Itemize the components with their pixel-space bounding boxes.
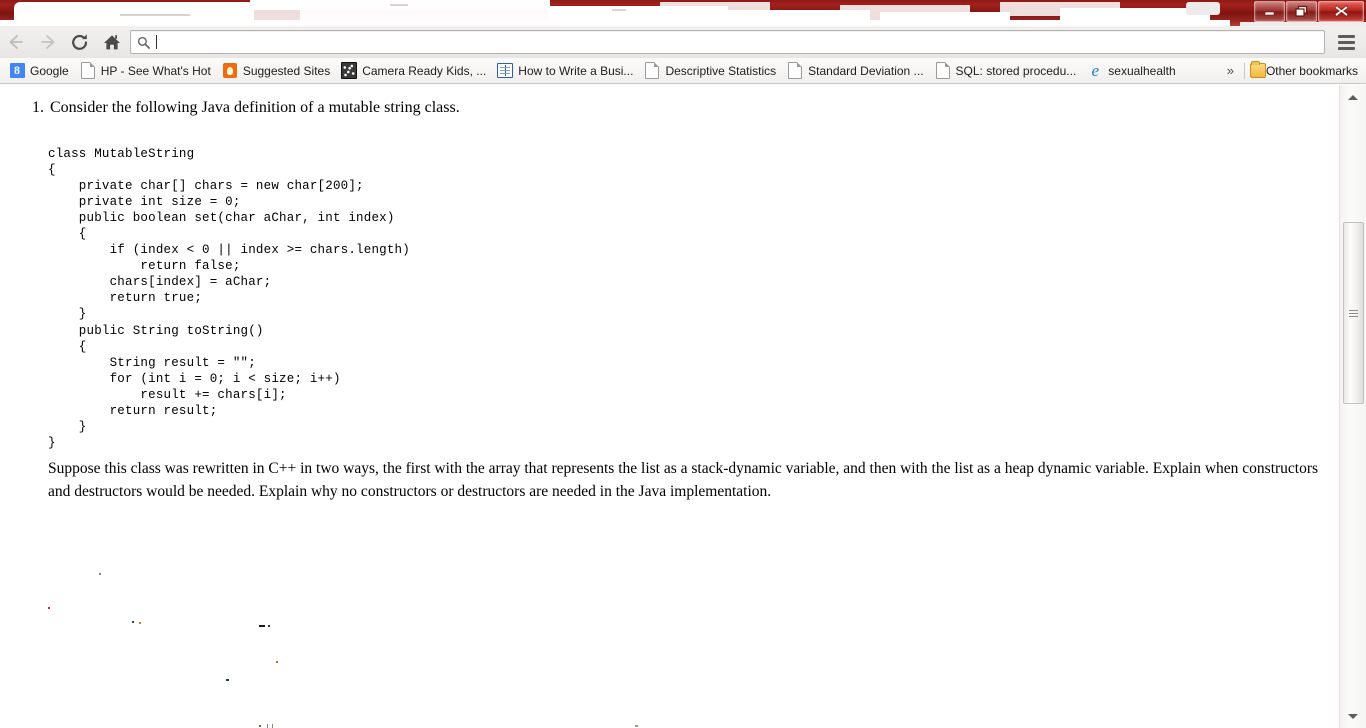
bookmark-label: Google: [30, 63, 69, 78]
bookmark-how-to-write-a-business[interactable]: How to Write a Busi...: [494, 61, 639, 81]
document-favicon: [644, 62, 660, 79]
bookmark-label: How to Write a Busi...: [518, 63, 634, 78]
bookmarks-overflow-chevron-icon[interactable]: »: [1223, 63, 1242, 78]
bookmark-label: Descriptive Statistics: [665, 63, 777, 78]
close-button[interactable]: [1318, 0, 1364, 22]
document-favicon: [80, 62, 96, 79]
scrollbar-grip-icon: [1349, 308, 1358, 319]
hamburger-bar-2: [1337, 40, 1355, 44]
back-button[interactable]: [0, 27, 32, 57]
google-favicon: 8: [9, 63, 25, 79]
java-code-block: class MutableString { private char[] cha…: [48, 146, 410, 451]
render-artifact: [99, 573, 101, 575]
title-bar: [0, 0, 1366, 26]
restore-icon: [1295, 5, 1308, 17]
lightbulb-favicon: [222, 63, 238, 79]
internet-explorer-favicon: e: [1091, 61, 1100, 80]
hamburger-bar-3: [1337, 46, 1355, 50]
bookmark-descriptive-statistics[interactable]: Descriptive Statistics: [641, 61, 782, 81]
scroll-down-button[interactable]: [1340, 706, 1366, 726]
document-favicon: [787, 62, 803, 79]
forward-arrow-icon: [41, 35, 55, 49]
document-content: 1. Consider the following Java definitio…: [0, 85, 1340, 728]
minimize-button[interactable]: [1254, 0, 1285, 22]
noise-favicon: [341, 62, 358, 79]
bookmark-google[interactable]: 8 Google: [6, 61, 75, 81]
render-artifact: [635, 725, 638, 727]
bookmark-sexualhealth[interactable]: e sexualhealth: [1084, 61, 1181, 81]
render-artifact: [48, 607, 50, 609]
document-favicon: [935, 62, 951, 79]
page-viewport: 1. Consider the following Java definitio…: [0, 85, 1366, 728]
bookmark-label: Camera Ready Kids, ...: [362, 63, 487, 78]
scrollbar-thumb[interactable]: [1343, 222, 1364, 404]
render-artifact: [132, 621, 134, 623]
render-artifact: [226, 679, 229, 681]
bookmark-label: HP - See What's Hot: [100, 63, 211, 78]
other-bookmarks-label: Other bookmarks: [1265, 63, 1358, 78]
render-artifact: [267, 724, 268, 728]
render-artifact: [139, 622, 141, 624]
address-bar[interactable]: [130, 30, 1325, 54]
bookmark-hp-see-whats-hot[interactable]: HP - See What's Hot: [77, 61, 217, 81]
render-artifact: [259, 725, 261, 727]
bookmark-camera-ready-kids[interactable]: Camera Ready Kids, ...: [338, 61, 492, 81]
browser-window: 8 Google HP - See What's Hot Suggested S…: [0, 0, 1366, 728]
reload-button[interactable]: [64, 27, 96, 57]
chevron-down-icon: [1348, 713, 1358, 719]
forward-button[interactable]: [32, 27, 64, 57]
bookmarks-separator: [1243, 62, 1245, 79]
home-icon: [104, 34, 120, 49]
bookmark-standard-deviation[interactable]: Standard Deviation ...: [784, 61, 929, 81]
bookmark-suggested-sites[interactable]: Suggested Sites: [219, 61, 336, 81]
tab-strip-washed-out: [0, 0, 1366, 26]
text-caret: [156, 35, 157, 49]
question-paragraph: Suppose this class was rewritten in C++ …: [48, 460, 1319, 500]
minimize-icon: [1264, 11, 1275, 16]
navigation-toolbar: [0, 26, 1366, 59]
hamburger-bar-1: [1337, 34, 1355, 38]
bookmark-label: SQL: stored procedu...: [955, 63, 1077, 78]
close-icon: [1334, 5, 1348, 17]
reload-icon: [72, 33, 88, 50]
bookmark-sql-stored-procedures[interactable]: SQL: stored procedu...: [932, 61, 1083, 81]
render-artifact: [272, 724, 273, 728]
vertical-scrollbar[interactable]: [1339, 85, 1366, 728]
render-artifact: [276, 661, 278, 663]
book-favicon: [497, 63, 514, 79]
chrome-menu-button[interactable]: [1329, 27, 1363, 57]
page-title: Consider the following Java definition o…: [50, 99, 460, 116]
bookmark-label: Suggested Sites: [242, 63, 331, 78]
window-controls: [1253, 0, 1364, 22]
render-artifact: [268, 625, 270, 627]
back-arrow-icon: [9, 35, 23, 49]
render-artifact: [259, 625, 265, 627]
search-icon: [137, 36, 150, 49]
bookmark-label: Standard Deviation ...: [808, 63, 924, 78]
home-button[interactable]: [96, 27, 128, 57]
scroll-up-button[interactable]: [1340, 87, 1366, 107]
bookmarks-bar: 8 Google HP - See What's Hot Suggested S…: [0, 58, 1366, 84]
other-bookmarks-button[interactable]: Other bookmarks: [1247, 61, 1366, 81]
bookmark-label: sexualhealth: [1108, 63, 1176, 78]
chevron-up-icon: [1348, 94, 1358, 100]
folder-icon: [1249, 61, 1266, 79]
question-number: 1.: [32, 99, 44, 116]
restore-button[interactable]: [1286, 0, 1317, 22]
